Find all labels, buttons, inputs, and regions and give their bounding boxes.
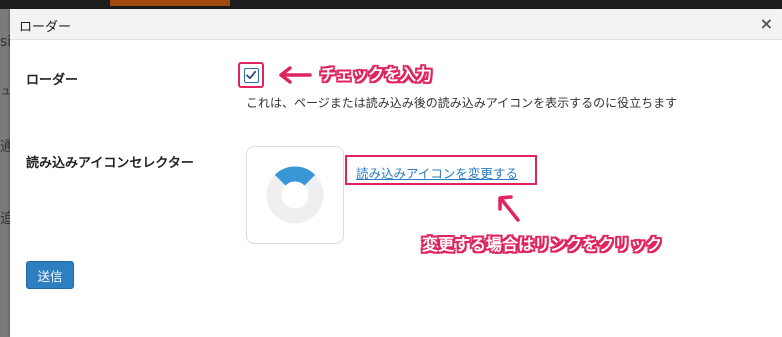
loader-modal: ローダー × ローダー チェックを入力 これは、ページまたは読み込み後の読み込み… bbox=[10, 9, 782, 337]
close-icon[interactable]: × bbox=[760, 14, 773, 33]
annotation-arrow-up-icon bbox=[498, 195, 520, 222]
annotation-link-hint: 変更する場合はリンクをクリック bbox=[422, 235, 663, 254]
loader-checkbox-highlight bbox=[238, 62, 264, 88]
modal-header: ローダー × bbox=[10, 9, 782, 40]
change-icon-link-highlight: 読み込みアイコンを変更する bbox=[345, 155, 537, 185]
checkmark-icon bbox=[246, 70, 257, 80]
loader-label: ローダー bbox=[26, 73, 79, 88]
loading-icon-preview bbox=[246, 146, 344, 244]
modal-title: ローダー bbox=[19, 20, 72, 35]
icon-selector-label: 読み込みアイコンセレクター bbox=[26, 156, 194, 171]
change-icon-link[interactable]: 読み込みアイコンを変更する bbox=[356, 163, 518, 182]
annotation-arrow-left-icon bbox=[279, 66, 312, 84]
spinner-icon bbox=[266, 166, 324, 224]
loader-help-text: これは、ページまたは読み込み後の読み込みアイコンを表示するのに役立ちます bbox=[246, 96, 678, 110]
background-orange-button bbox=[110, 0, 230, 6]
submit-button[interactable]: 送信 bbox=[26, 261, 74, 289]
annotation-check-hint: チェックを入力 bbox=[320, 65, 433, 84]
loader-checkbox[interactable] bbox=[243, 67, 259, 83]
